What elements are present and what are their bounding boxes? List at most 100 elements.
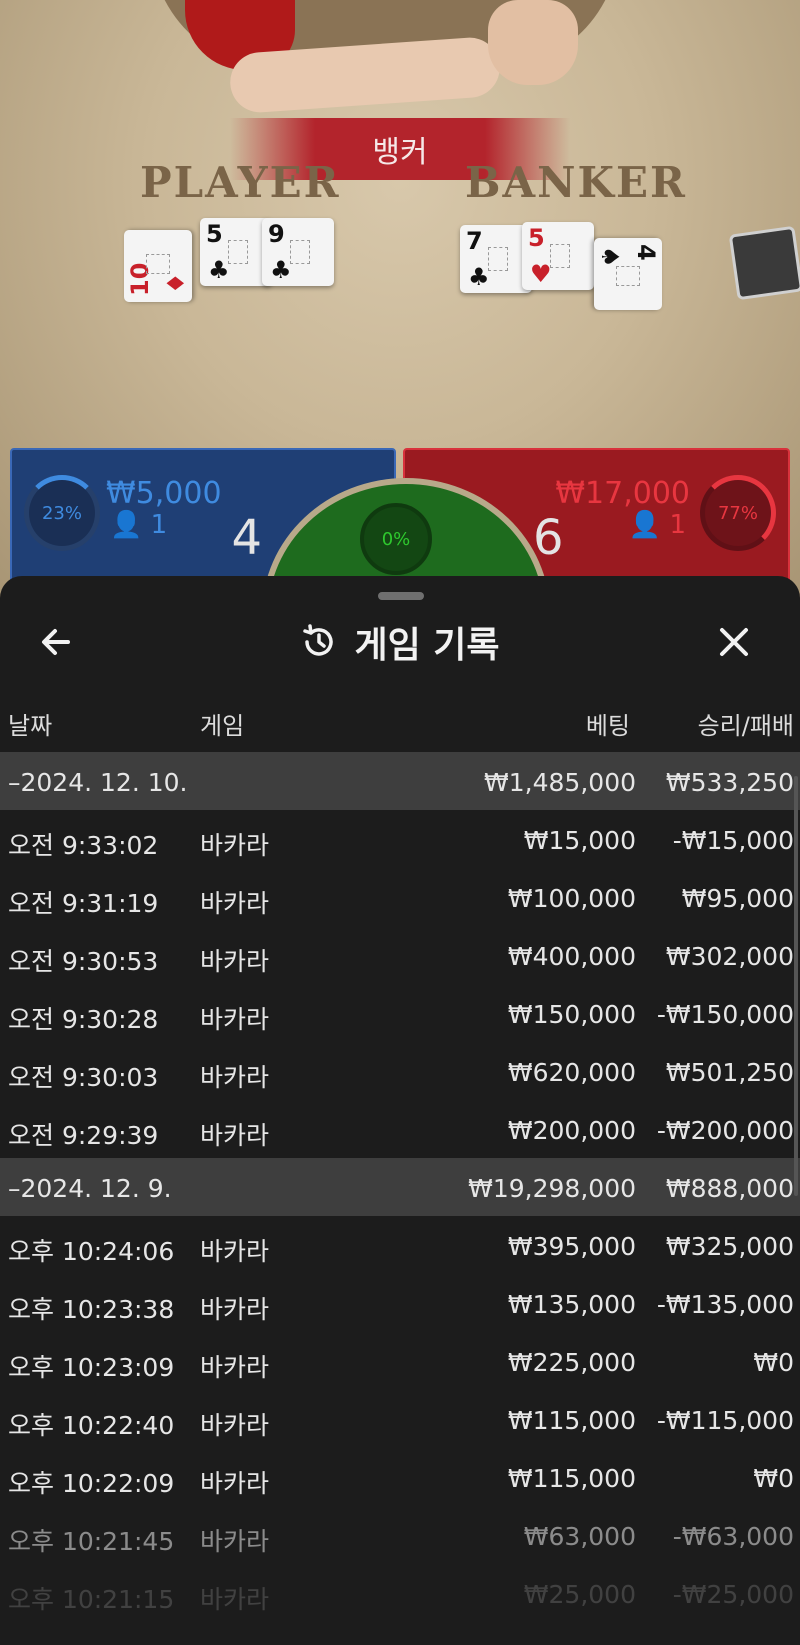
player-table-label: PLAYER <box>140 158 341 207</box>
column-header-result[interactable]: 승리/패배 <box>698 706 794 741</box>
history-row[interactable]: 오전 9:31:19 바카라 ₩100,000 ₩95,000 <box>0 868 800 926</box>
history-row[interactable]: 오후 10:21:45 바카라 ₩63,000 -₩63,000 <box>0 1506 800 1564</box>
row-bet: ₩400,000 <box>507 942 636 971</box>
row-game: 바카라 <box>200 1121 270 1150</box>
card-suit-icon: ♦ <box>162 272 190 294</box>
history-row[interactable]: 오전 9:33:02 바카라 ₩15,000 -₩15,000 <box>0 810 800 868</box>
row-date: –2024. 12. 10. <box>8 768 188 797</box>
row-result: ₩0 <box>753 1348 794 1377</box>
date-group-row[interactable]: –2024. 12. 9. ₩19,298,000 ₩888,000 <box>0 1158 800 1216</box>
row-date: 오후 10:23:38 <box>8 1295 175 1324</box>
row-result: -₩15,000 <box>672 826 794 855</box>
row-game: 바카라 <box>200 1237 270 1266</box>
column-header-game[interactable]: 게임 <box>200 706 244 741</box>
row-game: 바카라 <box>200 889 270 918</box>
row-result: -₩115,000 <box>656 1406 794 1435</box>
card-pattern <box>228 240 248 264</box>
row-date: 오전 9:30:28 <box>8 1005 159 1034</box>
player-bet-amount: ₩5,000 <box>106 476 222 511</box>
close-button[interactable] <box>708 616 760 668</box>
row-bet: ₩63,000 <box>523 1522 636 1551</box>
column-header-bet[interactable]: 베팅 <box>586 706 630 741</box>
row-game: 바카라 <box>200 1527 270 1556</box>
history-row[interactable]: 오전 9:30:28 바카라 ₩150,000 -₩150,000 <box>0 984 800 1042</box>
row-game: 바카라 <box>200 831 270 860</box>
row-date: 오전 9:29:39 <box>8 1121 159 1150</box>
banker-table-label: BANKER <box>465 158 687 207</box>
row-bet: ₩225,000 <box>507 1348 636 1377</box>
card-suit-icon: ♣ <box>208 256 230 284</box>
player-count-value: 1 <box>150 510 168 540</box>
scrollbar[interactable] <box>794 776 798 1196</box>
history-table: –2024. 12. 10. ₩1,485,000 ₩533,250 오전 9:33:… <box>0 752 800 1622</box>
close-icon <box>720 628 748 656</box>
row-date: 오전 9:30:03 <box>8 1063 159 1092</box>
card-pattern <box>290 240 310 264</box>
row-date: 오전 9:30:53 <box>8 947 159 976</box>
card-rank: 4 <box>632 244 660 261</box>
history-row[interactable]: 오후 10:22:09 바카라 ₩115,000 ₩0 <box>0 1448 800 1506</box>
row-game: 바카라 <box>200 1469 270 1498</box>
row-bet: ₩100,000 <box>507 884 636 913</box>
banker-card-2: 5 ♥ <box>522 222 594 290</box>
drag-handle[interactable] <box>378 592 424 600</box>
card-pattern <box>146 254 170 274</box>
row-date: 오전 9:31:19 <box>8 889 159 918</box>
row-date: 오후 10:21:15 <box>8 1585 175 1614</box>
row-bet: ₩115,000 <box>507 1464 636 1493</box>
history-row[interactable]: 오전 9:30:03 바카라 ₩620,000 ₩501,250 <box>0 1042 800 1100</box>
row-result: -₩63,000 <box>672 1522 794 1551</box>
row-result: ₩95,000 <box>681 884 794 913</box>
player-score: 4 <box>231 510 262 566</box>
row-bet: ₩15,000 <box>523 826 636 855</box>
history-row[interactable]: 오전 9:29:39 바카라 ₩200,000 -₩200,000 <box>0 1100 800 1158</box>
user-icon: 👤 <box>628 510 662 540</box>
history-row[interactable]: 오후 10:22:40 바카라 ₩115,000 -₩115,000 <box>0 1390 800 1448</box>
column-header-date[interactable]: 날짜 <box>8 706 52 741</box>
history-row[interactable]: 오전 9:30:53 바카라 ₩400,000 ₩302,000 <box>0 926 800 984</box>
row-game: 바카라 <box>200 1353 270 1382</box>
history-row[interactable]: 오후 10:23:09 바카라 ₩225,000 ₩0 <box>0 1332 800 1390</box>
dealer-hand <box>488 0 578 85</box>
row-game: 바카라 <box>200 1063 270 1092</box>
row-game: 바카라 <box>200 947 270 976</box>
card-pattern <box>616 266 640 286</box>
player-card-1: 10 ♦ <box>124 230 192 302</box>
card-rank: 9 <box>268 220 285 248</box>
banker-count-value: 1 <box>669 510 686 540</box>
player-percent: 23% <box>41 502 82 524</box>
history-row[interactable]: 오후 10:23:38 바카라 ₩135,000 -₩135,000 <box>0 1274 800 1332</box>
row-bet: ₩1,485,000 <box>484 768 636 797</box>
tie-percent: 0% <box>381 528 411 550</box>
row-date: 오후 10:24:06 <box>8 1237 175 1266</box>
row-result: ₩0 <box>753 1464 794 1493</box>
player-percent-ring: 23% <box>24 475 100 551</box>
row-bet: ₩620,000 <box>507 1058 636 1087</box>
row-date: –2024. 12. 9. <box>8 1174 172 1203</box>
card-rank: 7 <box>466 227 483 255</box>
row-result: ₩888,000 <box>665 1174 794 1203</box>
history-row[interactable]: 오후 10:21:15 바카라 ₩25,000 -₩25,000 <box>0 1564 800 1622</box>
row-date: 오후 10:22:09 <box>8 1469 175 1498</box>
card-rank: 5 <box>528 224 545 252</box>
user-icon: 👤 <box>110 510 143 540</box>
banker-percent: 77% <box>717 502 758 524</box>
banker-bettor-count: 👤 1 <box>629 510 686 540</box>
row-result: -₩200,000 <box>656 1116 794 1145</box>
player-card-3: 9 ♣ <box>262 218 334 286</box>
banker-bet-amount: ₩17,000 <box>555 476 690 511</box>
row-bet: ₩115,000 <box>507 1406 636 1435</box>
row-bet: ₩150,000 <box>507 1000 636 1029</box>
history-row[interactable]: 오후 10:24:06 바카라 ₩395,000 ₩325,000 <box>0 1216 800 1274</box>
sheet-header: 게임 기록 <box>0 616 800 668</box>
row-date: 오후 10:23:09 <box>8 1353 175 1382</box>
card-shoe <box>728 225 800 301</box>
card-rank: 5 <box>206 220 223 248</box>
card-pattern <box>488 247 508 271</box>
banker-score: 6 <box>533 510 564 566</box>
card-suit-icon: ♥ <box>530 260 552 288</box>
date-group-row[interactable]: –2024. 12. 10. ₩1,485,000 ₩533,250 <box>0 752 800 810</box>
row-game: 바카라 <box>200 1005 270 1034</box>
card-suit-icon: ♣ <box>270 256 292 284</box>
row-result: ₩302,000 <box>665 942 794 971</box>
